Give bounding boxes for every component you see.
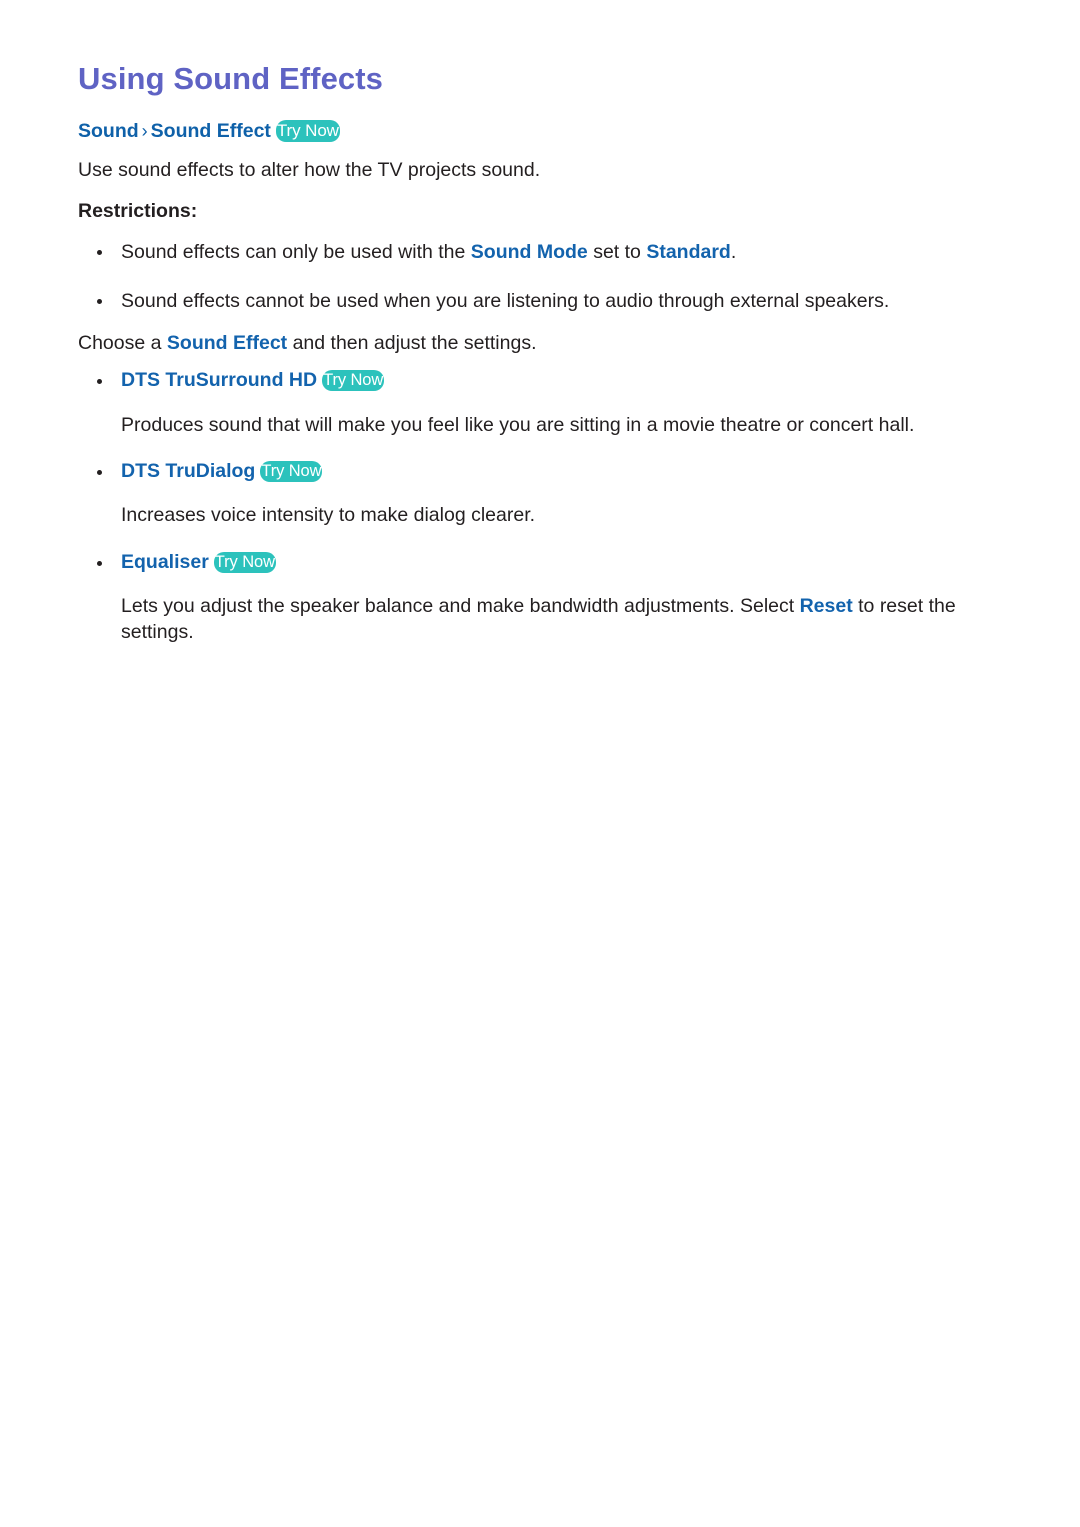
restriction-text-middle: set to [587, 241, 647, 264]
choose-suffix: and then adjust the settings. [287, 331, 537, 354]
try-now-badge[interactable]: Try Now [322, 370, 385, 392]
restriction-text-suffix: . [730, 241, 737, 264]
option-name[interactable]: DTS TruDialog [121, 460, 255, 482]
option-name[interactable]: Equaliser [121, 551, 209, 573]
intro-paragraph: Use sound effects to alter how the TV pr… [78, 159, 541, 182]
option-description: Lets you adjust the speaker balance and … [121, 594, 1008, 645]
restrictions-label: Restrictions: [78, 199, 198, 222]
link-standard[interactable]: Standard [646, 241, 731, 263]
breadcrumb-item-sound[interactable]: Sound [78, 120, 139, 142]
try-now-badge[interactable]: Try Now [275, 120, 340, 143]
list-item: Sound effects cannot be used when you ar… [78, 289, 1008, 313]
breadcrumb: Sound › Sound Effect Try Now [78, 119, 1008, 143]
option-title: Equaliser Try Now [121, 550, 1008, 574]
try-now-badge[interactable]: Try Now [213, 551, 276, 573]
option-item-equaliser: Equaliser Try Now Lets you adjust the spe… [78, 550, 1008, 645]
chevron-right-icon: › [141, 121, 148, 142]
option-item-dts-trusurround-hd: DTS TruSurround HD Try Now Produces sound… [78, 368, 1008, 438]
choose-paragraph: Choose a Sound Effect and then adjust th… [78, 331, 1008, 355]
restrictions-list: Sound effects can only be used with the … [78, 240, 1008, 313]
list-item: Sound effects can only be used with the … [78, 240, 1008, 264]
breadcrumb-item-sound-effect[interactable]: Sound Effect [151, 120, 271, 142]
option-title: DTS TruDialog Try Now [121, 459, 1008, 483]
option-title: DTS TruSurround HD Try Now [121, 368, 1008, 392]
link-sound-effect[interactable]: Sound Effect [167, 332, 287, 354]
option-name[interactable]: DTS TruSurround HD [121, 369, 317, 391]
option-description-prefix: Lets you adjust the speaker balance and … [121, 595, 800, 618]
restriction-text: Sound effects cannot be used when you ar… [121, 289, 890, 312]
document-content: Using Sound Effects Sound › Sound Effect Tr… [78, 61, 1008, 645]
option-description: Increases voice intensity to make dialog… [121, 504, 536, 527]
restriction-text-prefix: Sound effects can only be used with the [121, 241, 471, 264]
document-page: Using Sound Effects Sound › Sound Effect Tr… [0, 0, 1080, 1527]
link-sound-mode[interactable]: Sound Mode [471, 241, 588, 263]
choose-prefix: Choose a [78, 331, 167, 354]
page-title: Using Sound Effects [78, 61, 384, 96]
option-item-dts-trudialog: DTS TruDialog Try Now Increases voice int… [78, 459, 1008, 529]
try-now-badge[interactable]: Try Now [260, 461, 323, 483]
option-description: Produces sound that will make you feel l… [121, 413, 915, 436]
sound-effect-options-list: DTS TruSurround HD Try Now Produces sound… [78, 368, 1008, 645]
link-reset[interactable]: Reset [800, 595, 853, 617]
